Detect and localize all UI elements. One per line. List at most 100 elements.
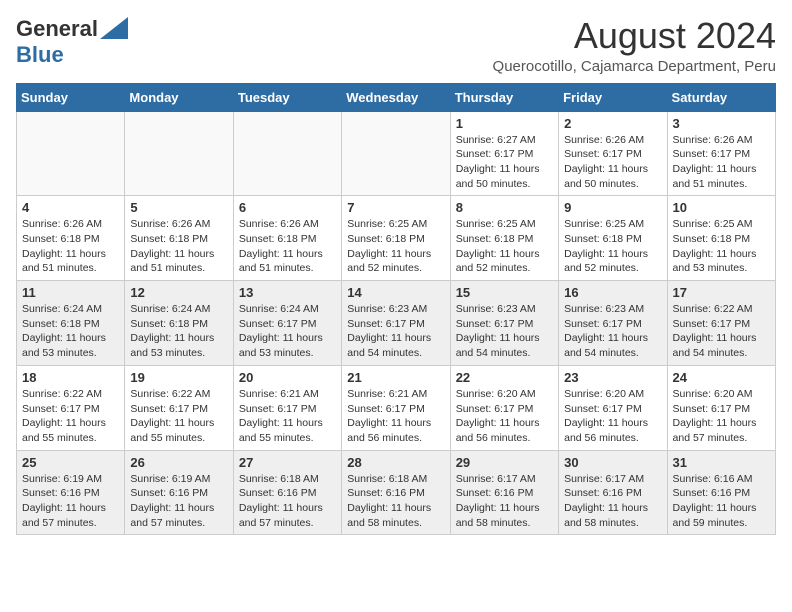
- day-number: 27: [239, 455, 336, 470]
- day-detail: Sunrise: 6:23 AMSunset: 6:17 PMDaylight:…: [564, 302, 661, 361]
- calendar-cell: 4 Sunrise: 6:26 AMSunset: 6:18 PMDaylight…: [17, 196, 125, 281]
- column-header-tuesday: Tuesday: [233, 83, 341, 111]
- day-number: 19: [130, 370, 227, 385]
- day-detail: Sunrise: 6:16 AMSunset: 6:16 PMDaylight:…: [673, 472, 770, 531]
- calendar-cell: 20 Sunrise: 6:21 AMSunset: 6:17 PMDayligh…: [233, 365, 341, 450]
- day-detail: Sunrise: 6:22 AMSunset: 6:17 PMDaylight:…: [673, 302, 770, 361]
- calendar-cell: 19 Sunrise: 6:22 AMSunset: 6:17 PMDayligh…: [125, 365, 233, 450]
- day-detail: Sunrise: 6:24 AMSunset: 6:18 PMDaylight:…: [22, 302, 119, 361]
- calendar-cell: 15 Sunrise: 6:23 AMSunset: 6:17 PMDayligh…: [450, 281, 558, 366]
- day-detail: Sunrise: 6:22 AMSunset: 6:17 PMDaylight:…: [22, 387, 119, 446]
- day-detail: Sunrise: 6:21 AMSunset: 6:17 PMDaylight:…: [239, 387, 336, 446]
- column-header-wednesday: Wednesday: [342, 83, 450, 111]
- day-detail: Sunrise: 6:20 AMSunset: 6:17 PMDaylight:…: [673, 387, 770, 446]
- calendar-cell: 3Sunrise: 6:26 AMSunset: 6:17 PMDaylight…: [667, 111, 775, 196]
- calendar-cell: 13Sunrise: 6:24 AMSunset: 6:17 PMDayligh…: [233, 281, 341, 366]
- calendar-header-row: SundayMondayTuesdayWednesdayThursdayFrid…: [17, 83, 776, 111]
- day-detail: Sunrise: 6:26 AMSunset: 6:18 PMDaylight:…: [22, 217, 119, 276]
- day-number: 31: [673, 455, 770, 470]
- calendar-week-row: 25Sunrise: 6:19 AMSunset: 6:16 PMDayligh…: [17, 450, 776, 535]
- logo-general-text: General: [16, 16, 98, 42]
- page-header: General Blue August 2024 Querocotillo, C…: [16, 16, 776, 75]
- calendar-cell: 12Sunrise: 6:24 AMSunset: 6:18 PMDayligh…: [125, 281, 233, 366]
- day-detail: Sunrise: 6:18 AMSunset: 6:16 PMDaylight:…: [239, 472, 336, 531]
- calendar-week-row: 11 Sunrise: 6:24 AMSunset: 6:18 PMDayligh…: [17, 281, 776, 366]
- logo: General Blue: [16, 16, 128, 68]
- day-detail: Sunrise: 6:25 AMSunset: 6:18 PMDaylight:…: [347, 217, 444, 276]
- day-detail: Sunrise: 6:20 AMSunset: 6:17 PMDaylight:…: [456, 387, 553, 446]
- day-detail: Sunrise: 6:21 AMSunset: 6:17 PMDaylight:…: [347, 387, 444, 446]
- day-detail: Sunrise: 6:26 AMSunset: 6:18 PMDaylight:…: [239, 217, 336, 276]
- calendar-week-row: 4 Sunrise: 6:26 AMSunset: 6:18 PMDaylight…: [17, 196, 776, 281]
- day-detail: Sunrise: 6:25 AMSunset: 6:18 PMDaylight:…: [456, 217, 553, 276]
- column-header-monday: Monday: [125, 83, 233, 111]
- calendar-cell: 8 Sunrise: 6:25 AMSunset: 6:18 PMDaylight…: [450, 196, 558, 281]
- calendar-cell: 27 Sunrise: 6:18 AMSunset: 6:16 PMDayligh…: [233, 450, 341, 535]
- column-header-thursday: Thursday: [450, 83, 558, 111]
- day-number: 10: [673, 200, 770, 215]
- calendar-table: SundayMondayTuesdayWednesdayThursdayFrid…: [16, 83, 776, 536]
- calendar-cell: 10Sunrise: 6:25 AMSunset: 6:18 PMDayligh…: [667, 196, 775, 281]
- calendar-cell: 16 Sunrise: 6:23 AMSunset: 6:17 PMDayligh…: [559, 281, 667, 366]
- calendar-cell: [125, 111, 233, 196]
- day-detail: Sunrise: 6:24 AMSunset: 6:18 PMDaylight:…: [130, 302, 227, 361]
- day-detail: Sunrise: 6:19 AMSunset: 6:16 PMDaylight:…: [22, 472, 119, 531]
- day-number: 1: [456, 116, 553, 131]
- calendar-cell: 22Sunrise: 6:20 AMSunset: 6:17 PMDayligh…: [450, 365, 558, 450]
- day-number: 20: [239, 370, 336, 385]
- calendar-cell: 18Sunrise: 6:22 AMSunset: 6:17 PMDayligh…: [17, 365, 125, 450]
- logo-blue-text: Blue: [16, 42, 64, 67]
- day-detail: Sunrise: 6:22 AMSunset: 6:17 PMDaylight:…: [130, 387, 227, 446]
- day-number: 4: [22, 200, 119, 215]
- day-number: 3: [673, 116, 770, 131]
- calendar-cell: 30 Sunrise: 6:17 AMSunset: 6:16 PMDayligh…: [559, 450, 667, 535]
- day-detail: Sunrise: 6:17 AMSunset: 6:16 PMDaylight:…: [564, 472, 661, 531]
- calendar-cell: 23 Sunrise: 6:20 AMSunset: 6:17 PMDayligh…: [559, 365, 667, 450]
- day-number: 30: [564, 455, 661, 470]
- calendar-cell: 5Sunrise: 6:26 AMSunset: 6:18 PMDaylight…: [125, 196, 233, 281]
- day-number: 21: [347, 370, 444, 385]
- location-subtitle: Querocotillo, Cajamarca Department, Peru: [493, 58, 776, 75]
- day-number: 23: [564, 370, 661, 385]
- day-detail: Sunrise: 6:23 AMSunset: 6:17 PMDaylight:…: [347, 302, 444, 361]
- day-number: 7: [347, 200, 444, 215]
- day-number: 26: [130, 455, 227, 470]
- day-detail: Sunrise: 6:20 AMSunset: 6:17 PMDaylight:…: [564, 387, 661, 446]
- calendar-cell: 28Sunrise: 6:18 AMSunset: 6:16 PMDayligh…: [342, 450, 450, 535]
- month-title: August 2024: [493, 16, 776, 56]
- calendar-cell: 11 Sunrise: 6:24 AMSunset: 6:18 PMDayligh…: [17, 281, 125, 366]
- day-number: 14: [347, 285, 444, 300]
- calendar-cell: 14 Sunrise: 6:23 AMSunset: 6:17 PMDayligh…: [342, 281, 450, 366]
- day-number: 15: [456, 285, 553, 300]
- column-header-friday: Friday: [559, 83, 667, 111]
- day-number: 16: [564, 285, 661, 300]
- day-detail: Sunrise: 6:17 AMSunset: 6:16 PMDaylight:…: [456, 472, 553, 531]
- calendar-cell: [233, 111, 341, 196]
- day-number: 8: [456, 200, 553, 215]
- day-detail: Sunrise: 6:19 AMSunset: 6:16 PMDaylight:…: [130, 472, 227, 531]
- calendar-cell: 26 Sunrise: 6:19 AMSunset: 6:16 PMDayligh…: [125, 450, 233, 535]
- calendar-cell: 6 Sunrise: 6:26 AMSunset: 6:18 PMDaylight…: [233, 196, 341, 281]
- title-area: August 2024 Querocotillo, Cajamarca Depa…: [493, 16, 776, 75]
- day-detail: Sunrise: 6:23 AMSunset: 6:17 PMDaylight:…: [456, 302, 553, 361]
- column-header-saturday: Saturday: [667, 83, 775, 111]
- calendar-cell: 1 Sunrise: 6:27 AMSunset: 6:17 PMDaylight…: [450, 111, 558, 196]
- calendar-cell: [342, 111, 450, 196]
- calendar-cell: 21 Sunrise: 6:21 AMSunset: 6:17 PMDayligh…: [342, 365, 450, 450]
- day-number: 28: [347, 455, 444, 470]
- day-number: 6: [239, 200, 336, 215]
- calendar-cell: 24Sunrise: 6:20 AMSunset: 6:17 PMDayligh…: [667, 365, 775, 450]
- calendar-cell: 31 Sunrise: 6:16 AMSunset: 6:16 PMDayligh…: [667, 450, 775, 535]
- calendar-cell: 25Sunrise: 6:19 AMSunset: 6:16 PMDayligh…: [17, 450, 125, 535]
- day-number: 2: [564, 116, 661, 131]
- calendar-cell: 29Sunrise: 6:17 AMSunset: 6:16 PMDayligh…: [450, 450, 558, 535]
- calendar-week-row: 1 Sunrise: 6:27 AMSunset: 6:17 PMDaylight…: [17, 111, 776, 196]
- logo-icon: [100, 17, 128, 39]
- day-number: 9: [564, 200, 661, 215]
- day-detail: Sunrise: 6:25 AMSunset: 6:18 PMDaylight:…: [564, 217, 661, 276]
- calendar-cell: 7 Sunrise: 6:25 AMSunset: 6:18 PMDaylight…: [342, 196, 450, 281]
- calendar-cell: 17Sunrise: 6:22 AMSunset: 6:17 PMDayligh…: [667, 281, 775, 366]
- day-number: 11: [22, 285, 119, 300]
- day-detail: Sunrise: 6:27 AMSunset: 6:17 PMDaylight:…: [456, 133, 553, 192]
- day-detail: Sunrise: 6:26 AMSunset: 6:17 PMDaylight:…: [564, 133, 661, 192]
